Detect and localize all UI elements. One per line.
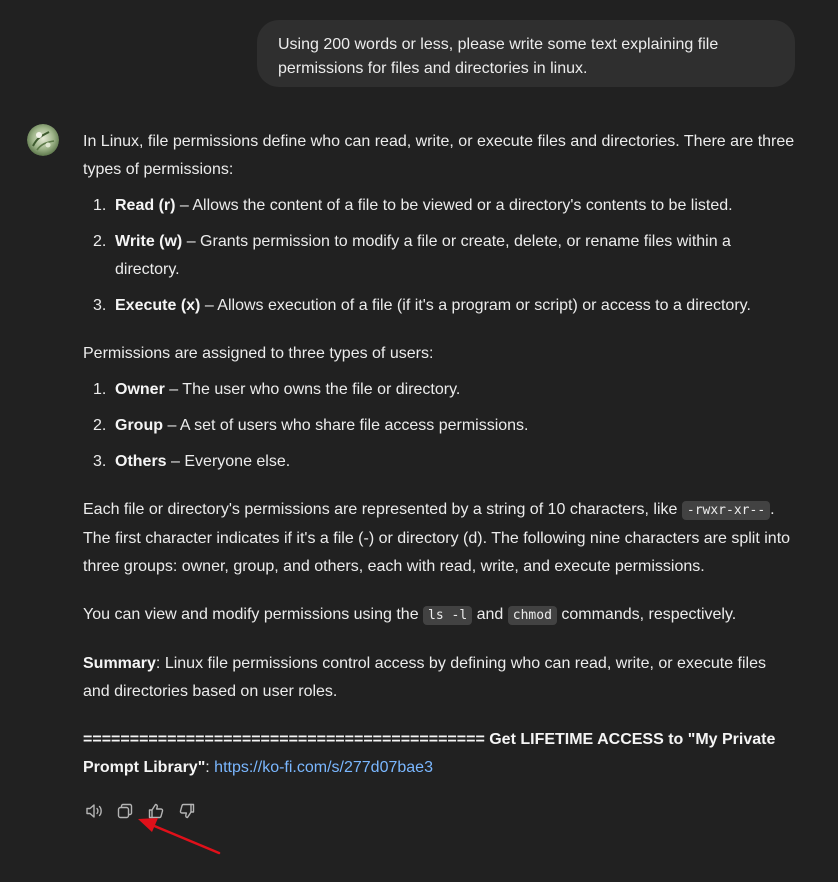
assistant-avatar bbox=[27, 124, 59, 156]
thumbs-up-button[interactable] bbox=[145, 800, 167, 822]
text-run: Each file or directory's permissions are… bbox=[83, 501, 682, 518]
text-run: and bbox=[472, 606, 508, 623]
read-aloud-button[interactable] bbox=[83, 800, 105, 822]
representation-paragraph: Each file or directory's permissions are… bbox=[83, 496, 795, 581]
list-number: 2. bbox=[93, 233, 107, 250]
list-term: Group bbox=[115, 417, 163, 434]
list-number: 3. bbox=[93, 453, 107, 470]
list-item: 3. Others – Everyone else. bbox=[83, 448, 795, 476]
thumbs-down-button[interactable] bbox=[176, 800, 198, 822]
user-types-list: 1. Owner – The user who owns the file or… bbox=[83, 376, 795, 476]
summary-paragraph: Summary: Linux file permissions control … bbox=[83, 650, 795, 706]
list-term: Owner bbox=[115, 381, 165, 398]
list-number: 3. bbox=[93, 297, 107, 314]
list-desc: – A set of users who share file access p… bbox=[163, 417, 529, 434]
inline-code: ls -l bbox=[423, 606, 473, 625]
list-desc: – Grants permission to modify a file or … bbox=[115, 233, 731, 278]
list-desc: – Everyone else. bbox=[166, 453, 291, 470]
inline-code: chmod bbox=[507, 606, 557, 625]
copy-icon bbox=[117, 803, 133, 819]
message-actions-toolbar bbox=[83, 800, 198, 822]
list-item: 2. Group – A set of users who share file… bbox=[83, 412, 795, 440]
list-term: Execute (x) bbox=[115, 297, 201, 314]
list-item: 2. Write (w) – Grants permission to modi… bbox=[83, 228, 795, 284]
thumbs-down-icon bbox=[179, 803, 195, 819]
text-run: You can view and modify permissions usin… bbox=[83, 606, 424, 623]
user-message-text: Using 200 words or less, please write so… bbox=[278, 36, 719, 77]
inline-code: -rwxr-xr-- bbox=[681, 501, 771, 520]
text-run: commands, respectively. bbox=[556, 606, 737, 623]
promo-paragraph: ========================================… bbox=[83, 726, 795, 782]
list-term: Others bbox=[115, 453, 167, 470]
thumbs-up-icon bbox=[148, 803, 164, 819]
promo-link[interactable]: https://ko-fi.com/s/277d07bae3 bbox=[214, 759, 433, 776]
read-aloud-icon bbox=[86, 804, 102, 818]
list-desc: – Allows the content of a file to be vie… bbox=[175, 197, 733, 214]
list-item: 1. Read (r) – Allows the content of a fi… bbox=[83, 192, 795, 220]
users-intro-paragraph: Permissions are assigned to three types … bbox=[83, 345, 434, 362]
list-item: 1. Owner – The user who owns the file or… bbox=[83, 376, 795, 404]
assistant-message: In Linux, file permissions define who ca… bbox=[83, 128, 795, 782]
list-number: 1. bbox=[93, 381, 107, 398]
text-run: : bbox=[205, 759, 215, 776]
list-number: 2. bbox=[93, 417, 107, 434]
list-term: Write (w) bbox=[115, 233, 183, 250]
intro-paragraph: In Linux, file permissions define who ca… bbox=[83, 133, 795, 178]
list-number: 1. bbox=[93, 197, 107, 214]
list-item: 3. Execute (x) – Allows execution of a f… bbox=[83, 292, 795, 320]
user-message-bubble: Using 200 words or less, please write so… bbox=[257, 20, 795, 87]
copy-button[interactable] bbox=[114, 800, 136, 822]
permission-types-list: 1. Read (r) – Allows the content of a fi… bbox=[83, 192, 795, 320]
list-desc: – Allows execution of a file (if it's a … bbox=[200, 297, 751, 314]
summary-text: : Linux file permissions control access … bbox=[83, 655, 766, 700]
commands-paragraph: You can view and modify permissions usin… bbox=[83, 601, 795, 630]
list-term: Read (r) bbox=[115, 197, 176, 214]
list-desc: – The user who owns the file or director… bbox=[164, 381, 461, 398]
summary-label: Summary bbox=[83, 655, 156, 672]
